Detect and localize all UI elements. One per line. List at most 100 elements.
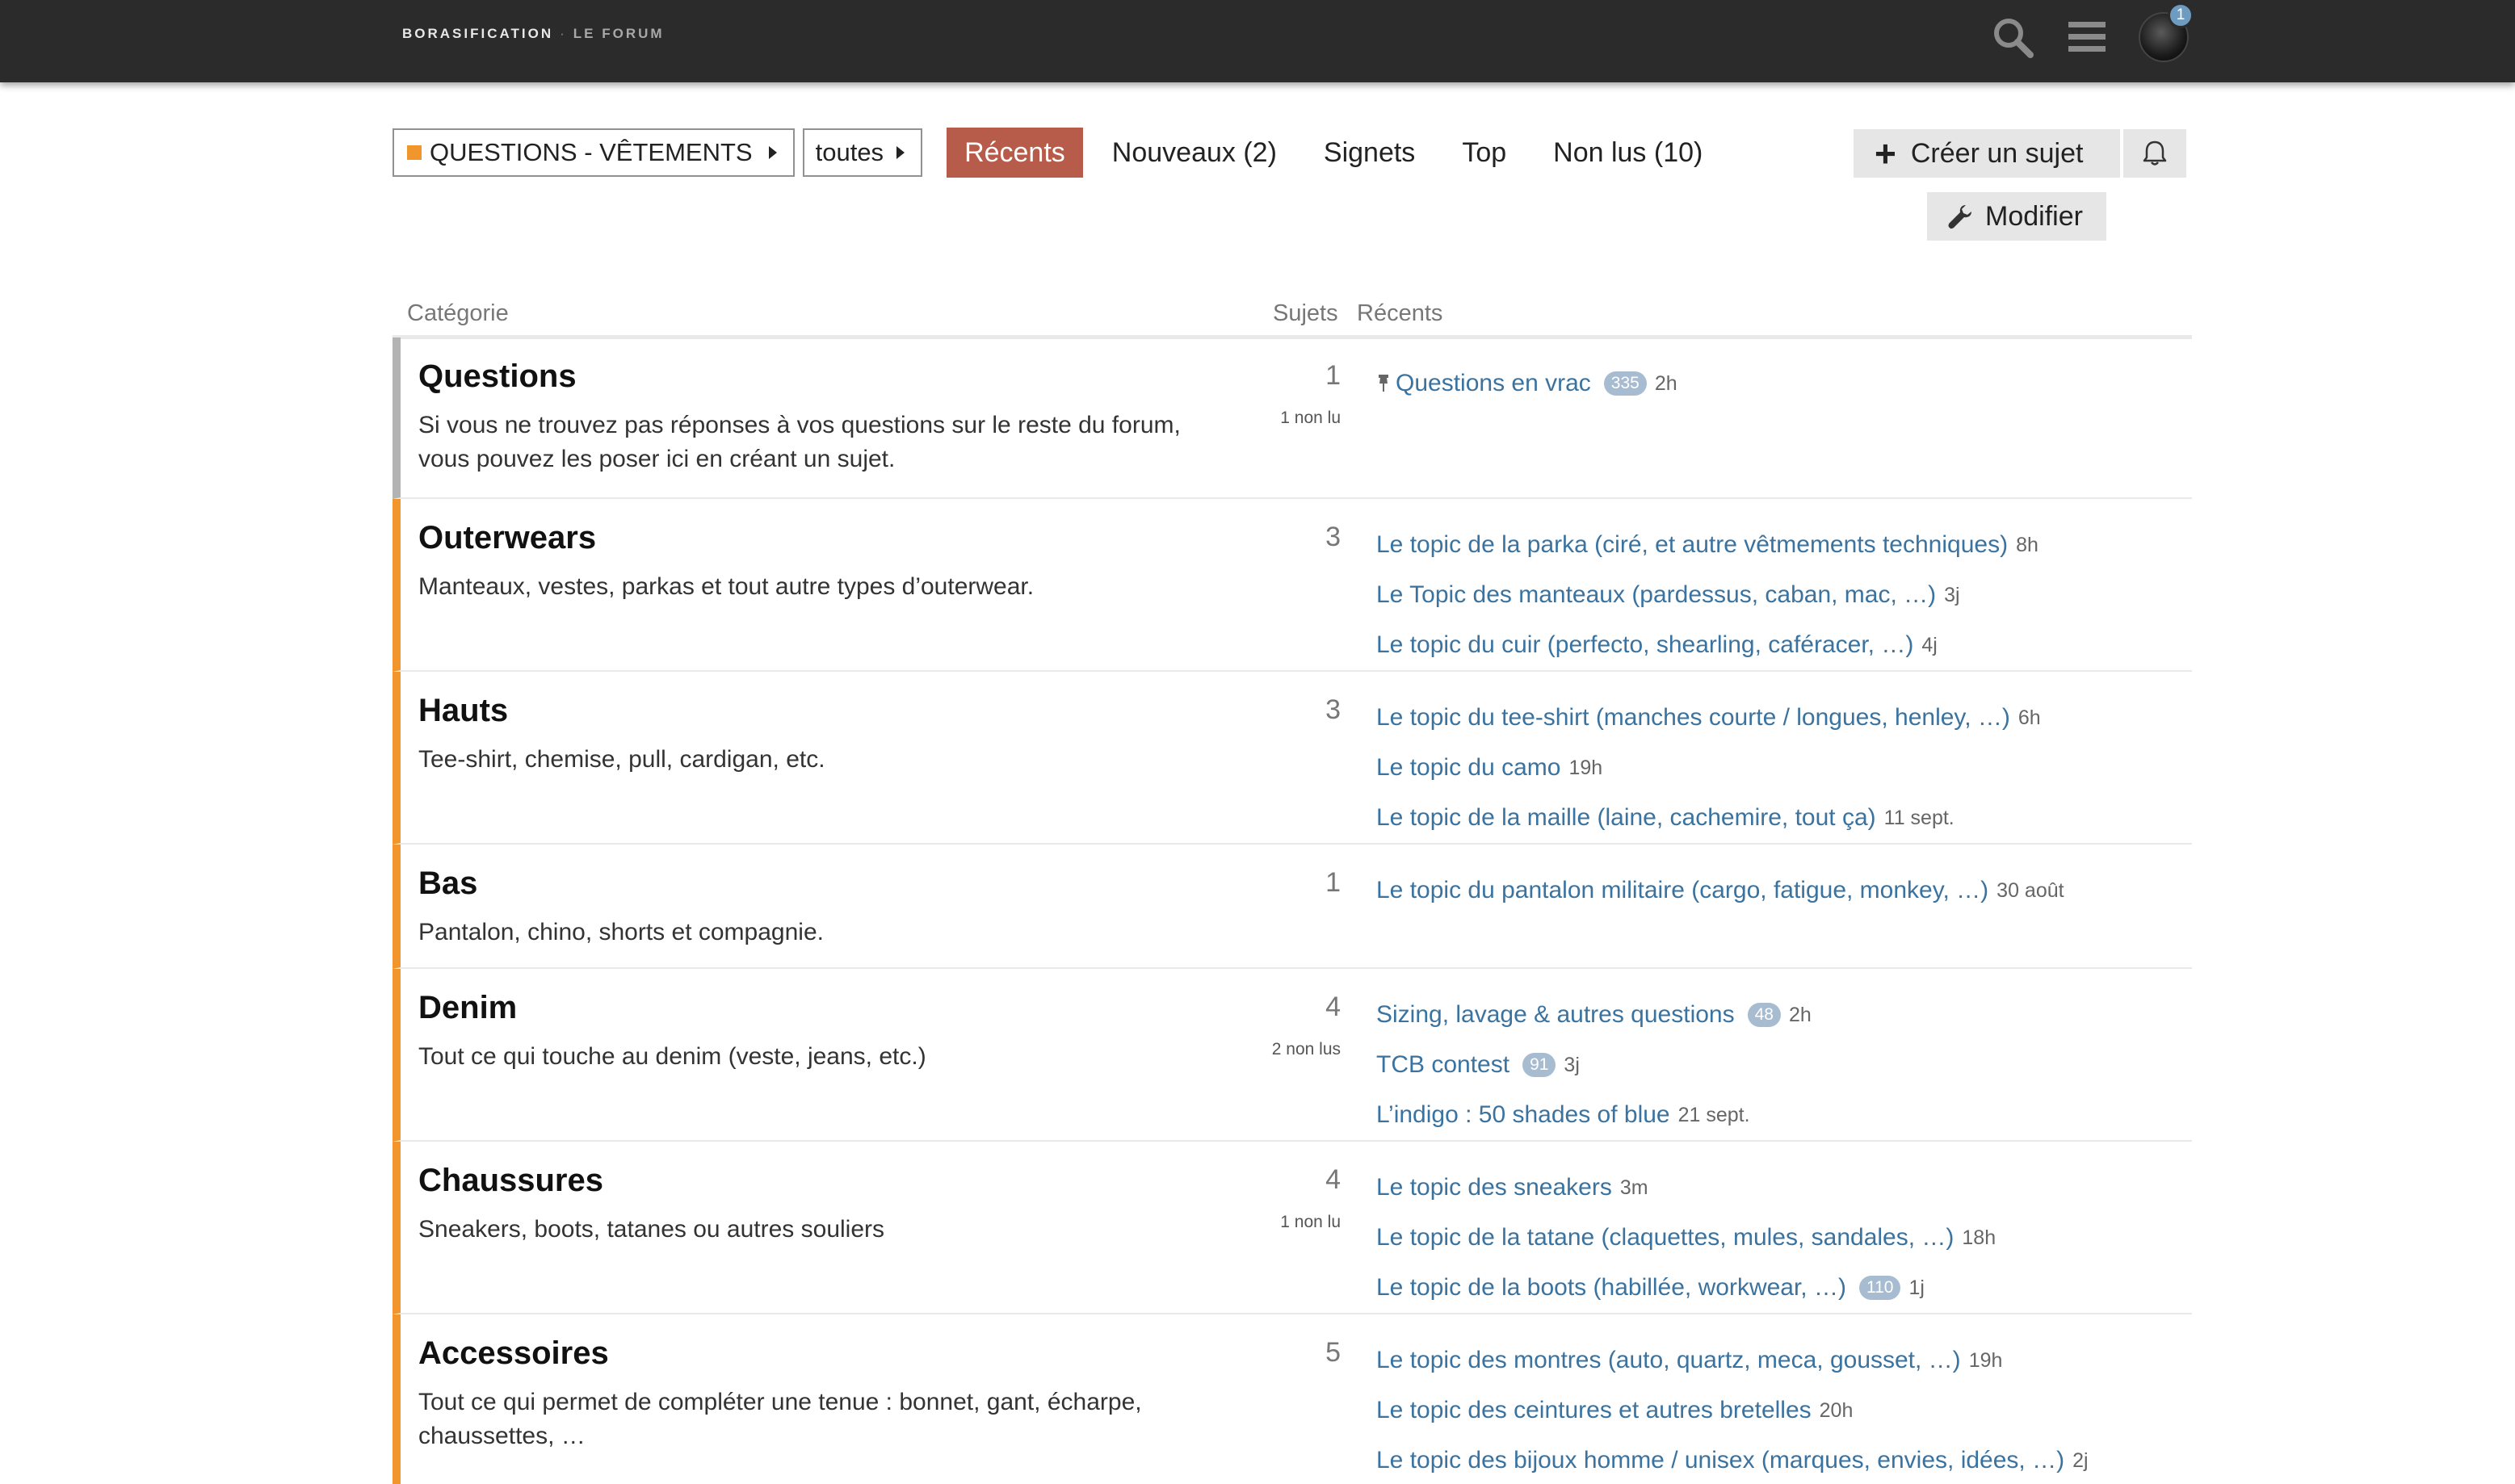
reply-count-badge[interactable]: 335 (1603, 371, 1647, 396)
category-table-header: Catégorie Sujets Récents (393, 275, 2192, 339)
topic-age: 4j (1921, 633, 1938, 656)
topic-count: 4 (1325, 1164, 1341, 1195)
edit-category-label: Modifier (1985, 200, 2083, 232)
topic-title-link[interactable]: Sizing, lavage & autres questions (1376, 1001, 1735, 1029)
topic-item: Le topic de la parka (ciré, et autre vêt… (1376, 520, 2038, 570)
category-name[interactable]: Chaussures (418, 1163, 603, 1199)
caret-right-icon (768, 146, 777, 159)
topic-item: Questions en vrac 335 2h (1376, 358, 1677, 409)
column-header-recent: Récents (1357, 300, 1443, 326)
wrench-icon (1948, 205, 1971, 229)
topic-title-link[interactable]: Le topic des montres (auto, quartz, meca… (1376, 1347, 1961, 1374)
tab-nouveaux[interactable]: Nouveaux (2) (1094, 128, 1295, 178)
unread-count[interactable]: 1 non lu (1280, 409, 1341, 428)
topic-title-link[interactable]: Le topic des ceintures et autres bretell… (1376, 1397, 1812, 1424)
site-logo[interactable]: BORASIFICATION · LE FORUM (402, 26, 665, 42)
tab-recents[interactable]: Récents (947, 128, 1083, 178)
topic-age: 19h (1968, 1348, 2003, 1372)
reply-count-badge[interactable]: 48 (1747, 1003, 1781, 1027)
topic-title-link[interactable]: Le topic des sneakers (1376, 1174, 1612, 1201)
topic-item: TCB contest 91 3j (1376, 1040, 1812, 1090)
category-description: Manteaux, vestes, parkas et tout autre t… (418, 573, 1035, 600)
edit-category-button[interactable]: Modifier (1927, 192, 2106, 241)
topic-item: Le topic de la tatane (claquettes, mules… (1376, 1213, 1996, 1263)
topic-title-link[interactable]: Questions en vrac (1396, 370, 1591, 397)
topic-age: 3m (1619, 1176, 1648, 1199)
bell-icon (2143, 140, 2167, 166)
topic-count: 4 (1325, 991, 1341, 1022)
subcategory-dropdown[interactable]: toutes (802, 128, 923, 177)
topic-title-link[interactable]: Le topic de la tatane (claquettes, mules… (1376, 1224, 1954, 1251)
topic-item: Le topic du camo 19h (1376, 743, 2041, 793)
topic-item: Le topic de la maille (laine, cachemire,… (1376, 793, 2041, 843)
topic-age: 18h (1962, 1226, 1996, 1249)
topic-count: 3 (1325, 522, 1341, 552)
category-name[interactable]: Accessoires (418, 1335, 609, 1372)
reply-count-badge[interactable]: 91 (1522, 1053, 1556, 1077)
caret-right-icon (896, 146, 905, 159)
category-color-square (407, 145, 422, 160)
category-dropdown[interactable]: QUESTIONS - VÊTEMENTS (393, 128, 795, 177)
logo-text: BORASIFICATION (402, 26, 554, 41)
topic-item: Le topic du pantalon militaire (cargo, f… (1376, 866, 2064, 916)
tab-non-lus[interactable]: Non lus (10) (1535, 128, 1720, 178)
reply-count-badge[interactable]: 110 (1858, 1276, 1901, 1300)
topic-item: Le topic des sneakers 3m (1376, 1163, 1996, 1213)
category-description: Sneakers, boots, tatanes ou autres souli… (418, 1216, 885, 1243)
topic-count: 5 (1325, 1337, 1341, 1368)
topic-title-link[interactable]: Le topic de la boots (habillée, workwear… (1376, 1274, 1846, 1302)
topic-age: 3j (1564, 1053, 1580, 1076)
topic-age: 6h (2017, 706, 2041, 729)
category-description: Tout ce qui touche au denim (veste, jean… (418, 1043, 926, 1070)
topic-age: 11 sept. (1883, 806, 1954, 829)
subcategory-dropdown-label: toutes (815, 138, 884, 166)
topic-title-link[interactable]: TCB contest (1376, 1051, 1509, 1079)
create-topic-button[interactable]: + Créer un sujet (1854, 129, 2120, 178)
search-icon[interactable] (1990, 15, 2035, 60)
topic-title-link[interactable]: Le topic du cuir (perfecto, shearling, c… (1376, 631, 1913, 659)
navigation-bar: QUESTIONS - VÊTEMENTS toutes Récents Nou… (393, 128, 1732, 178)
avatar[interactable]: 1 (2139, 2, 2194, 62)
category-row-questions: Questions Si vous ne trouvez pas réponse… (393, 337, 2192, 499)
category-name[interactable]: Denim (418, 990, 517, 1026)
unread-count[interactable]: 1 non lu (1280, 1213, 1341, 1232)
header-icons: 1 (1990, 2, 2194, 63)
plus-icon: + (1875, 132, 1896, 174)
topic-count: 1 (1325, 867, 1341, 898)
tab-top[interactable]: Top (1444, 128, 1524, 178)
nav-tabs: Récents Nouveaux (2) Signets Top Non lus… (947, 128, 1732, 178)
topic-age: 3j (1944, 583, 1960, 606)
topic-title-link[interactable]: Le topic du pantalon militaire (cargo, f… (1376, 877, 1988, 904)
topic-title-link[interactable]: Le topic de la parka (ciré, et autre vêt… (1376, 531, 2008, 559)
topic-title-link[interactable]: L’indigo : 50 shades of blue (1376, 1101, 1670, 1129)
column-header-category: Catégorie (407, 300, 509, 326)
topic-age: 2j (2072, 1448, 2089, 1472)
recent-topics: Sizing, lavage & autres questions 48 2h TC… (1376, 990, 1812, 1140)
notification-bell-button[interactable] (2120, 129, 2186, 178)
topic-title-link[interactable]: Le Topic des manteaux (pardessus, caban,… (1376, 581, 1936, 609)
category-description: Si vous ne trouvez pas réponses à vos qu… (418, 412, 1181, 472)
top-header: BORASIFICATION · LE FORUM 1 (0, 0, 2515, 82)
recent-topics: Le topic du pantalon militaire (cargo, f… (1376, 866, 2064, 916)
category-name[interactable]: Bas (418, 866, 477, 902)
topic-age: 30 août (1996, 878, 2064, 902)
topic-item: Le Topic des manteaux (pardessus, caban,… (1376, 570, 2038, 620)
topic-title-link[interactable]: Le topic de la maille (laine, cachemire,… (1376, 804, 1876, 832)
topic-age: 20h (1819, 1398, 1854, 1422)
topic-count: 1 (1325, 360, 1341, 391)
unread-count[interactable]: 2 non lus (1272, 1040, 1341, 1059)
pin-icon (1379, 375, 1388, 392)
topic-title-link[interactable]: Le topic du tee-shirt (manches courte / … (1376, 704, 2010, 732)
topic-title-link[interactable]: Le topic des bijoux homme / unisex (marq… (1376, 1447, 2064, 1474)
topic-item: Le topic du tee-shirt (manches courte / … (1376, 693, 2041, 743)
category-name[interactable]: Outerwears (418, 520, 596, 556)
tab-signets[interactable]: Signets (1306, 128, 1433, 178)
menu-icon[interactable] (2064, 15, 2110, 60)
topic-title-link[interactable]: Le topic du camo (1376, 754, 1560, 782)
logo-separator: · (560, 26, 567, 41)
recent-topics: Le topic du tee-shirt (manches courte / … (1376, 693, 2041, 843)
category-name[interactable]: Questions (418, 358, 577, 395)
category-description: Tee-shirt, chemise, pull, cardigan, etc. (418, 746, 825, 773)
category-row-accessoires: Accessoires Tout ce qui permet de complé… (393, 1314, 2192, 1484)
category-name[interactable]: Hauts (418, 693, 508, 729)
